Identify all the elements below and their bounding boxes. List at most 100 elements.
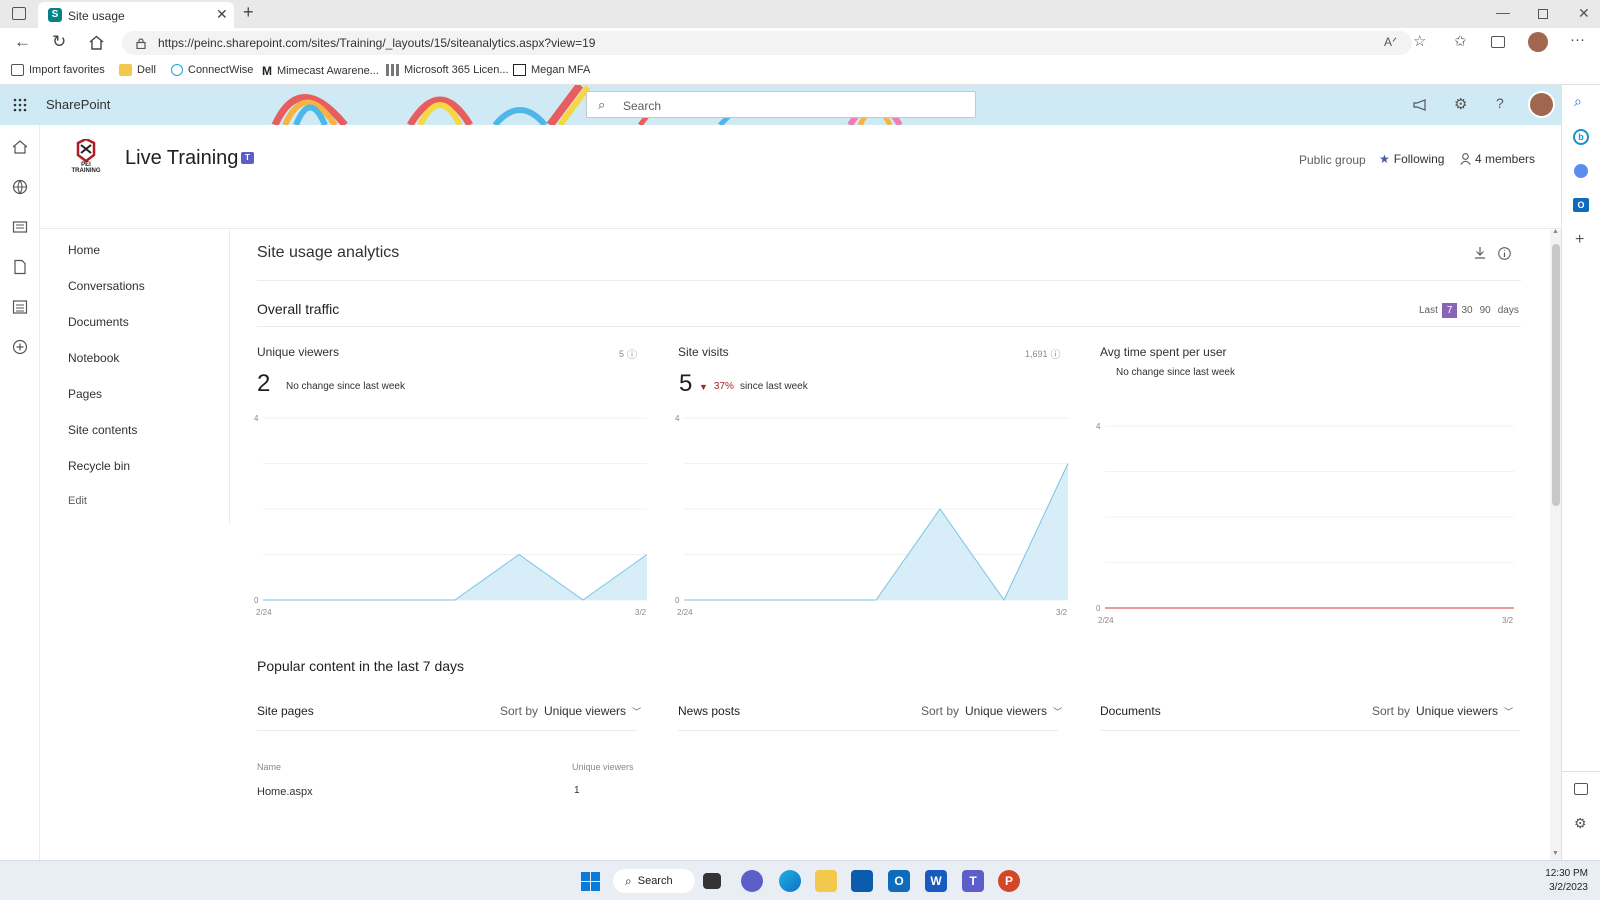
teams-icon[interactable]: T (962, 870, 984, 892)
nav-item-conversations[interactable]: Conversations (68, 279, 145, 293)
refresh-icon[interactable]: ↻ (52, 32, 66, 52)
info-small-icon[interactable]: ⓘ (627, 346, 637, 361)
home-rail-icon[interactable] (12, 139, 28, 155)
files-rail-icon[interactable] (12, 259, 28, 275)
lists-rail-icon[interactable] (12, 299, 28, 315)
nav-item-pages[interactable]: Pages (68, 387, 102, 401)
minimize-icon[interactable]: — (1496, 4, 1510, 20)
row-name-link[interactable]: Home.aspx (257, 786, 313, 798)
favorite-import[interactable]: Import favorites (11, 64, 105, 76)
nav-item-documents[interactable]: Documents (68, 315, 129, 329)
edge-icon[interactable] (779, 870, 801, 892)
add-favorite-icon[interactable]: ☆ (1413, 32, 1426, 50)
task-view-icon[interactable] (703, 873, 721, 889)
range-option-7[interactable]: 7 (1441, 303, 1458, 318)
range-option-30[interactable]: 30 (1461, 305, 1472, 316)
chevron-down-icon: ﹀ (632, 706, 642, 717)
collections-icon[interactable] (1491, 36, 1505, 48)
tab-actions-icon[interactable] (12, 7, 26, 20)
nav-item-recycle-bin[interactable]: Recycle bin (68, 459, 130, 473)
nav-item-site-contents[interactable]: Site contents (68, 423, 137, 437)
home-icon[interactable] (89, 35, 104, 50)
divider (678, 730, 1058, 731)
nav-edit-link[interactable]: Edit (68, 495, 87, 507)
globe-icon (171, 64, 183, 76)
nav-item-notebook[interactable]: Notebook (68, 351, 119, 365)
back-icon[interactable]: ← (14, 32, 31, 52)
favorite-mimecast[interactable]: M Mimecast Awarene... (262, 64, 379, 78)
favorite-m365[interactable]: Microsoft 365 Licen... (386, 64, 509, 76)
url-field[interactable]: https://peinc.sharepoint.com/sites/Train… (122, 31, 1412, 55)
favorite-label: Dell (137, 64, 156, 76)
column-header-viewers: Unique viewers (572, 762, 634, 772)
restore-icon[interactable] (1538, 9, 1548, 19)
windows-start-icon[interactable] (581, 872, 600, 891)
info-small-icon[interactable]: ⓘ (1051, 346, 1061, 361)
scroll-down-icon[interactable]: ▼ (1552, 850, 1559, 857)
close-window-icon[interactable]: ✕ (1578, 5, 1590, 22)
more-icon[interactable]: ··· (1570, 31, 1585, 48)
store-icon[interactable] (851, 870, 873, 892)
news-rail-icon[interactable] (12, 219, 28, 235)
site-pages-sort-dropdown[interactable]: Sort by Unique viewers ﹀ (500, 704, 641, 718)
close-tab-icon[interactable]: ✕ (216, 6, 228, 23)
mimecast-icon: M (262, 64, 272, 78)
file-explorer-icon[interactable] (815, 870, 837, 892)
favorites-icon[interactable]: ✩ (1454, 32, 1467, 50)
news-posts-sort-dropdown[interactable]: Sort by Unique viewers ﹀ (921, 704, 1062, 718)
globe-rail-icon[interactable] (12, 179, 28, 195)
import-icon (11, 64, 24, 76)
powerpoint-icon[interactable]: P (998, 870, 1020, 892)
outlook-sidebar-icon[interactable]: O (1573, 198, 1589, 212)
lock-icon[interactable] (136, 38, 146, 49)
download-icon[interactable] (1474, 246, 1486, 259)
settings-icon[interactable]: ⚙ (1454, 95, 1467, 113)
teams-chat-icon[interactable] (741, 870, 763, 892)
windows-taskbar: ⌕ Search O W T P 12:30 PM 3/2/2023 (0, 860, 1600, 900)
browser-tab-site-usage[interactable]: S Site usage ✕ (38, 2, 234, 28)
clock-time: 12:30 PM (1545, 868, 1588, 879)
range-option-90[interactable]: 90 (1480, 305, 1491, 316)
help-icon[interactable]: ? (1496, 95, 1504, 111)
read-aloud-icon[interactable]: Aᐟ (1384, 35, 1397, 49)
app-launcher-icon[interactable] (13, 98, 27, 112)
app-name[interactable]: SharePoint (46, 97, 110, 112)
bing-icon[interactable]: b (1573, 129, 1589, 145)
documents-sort-dropdown[interactable]: Sort by Unique viewers ﹀ (1372, 704, 1513, 718)
profile-avatar[interactable] (1528, 32, 1548, 52)
browser-sidebar: ⌕ b O + ⚙ (1561, 85, 1600, 860)
megaphone-icon[interactable] (1413, 99, 1428, 111)
following-button[interactable]: ★ Following (1379, 152, 1444, 166)
info-icon[interactable] (1498, 247, 1511, 260)
series-line (263, 553, 648, 601)
add-sidebar-icon[interactable]: + (1575, 231, 1584, 249)
new-tab-icon[interactable]: + (243, 2, 254, 23)
browser-tab-strip: S Site usage ✕ + — ✕ (0, 0, 1600, 28)
scroll-thumb[interactable] (1552, 244, 1560, 506)
members-button[interactable]: 4 members (1460, 152, 1535, 166)
site-logo[interactable]: PEI TRAINING (66, 139, 106, 174)
sidebar-settings-icon[interactable]: ⚙ (1574, 815, 1587, 832)
site-header: PEI TRAINING Live Training T Public grou… (40, 125, 1561, 229)
scroll-up-icon[interactable]: ▲ (1552, 228, 1559, 235)
site-title[interactable]: Live Training (125, 147, 238, 170)
create-rail-icon[interactable] (12, 339, 28, 355)
clock[interactable]: 12:30 PM 3/2/2023 (1530, 867, 1588, 895)
teams-icon[interactable]: T (241, 152, 254, 164)
favorite-label: Megan MFA (531, 64, 591, 76)
person-icon (1460, 153, 1471, 165)
word-icon[interactable]: W (925, 870, 947, 892)
page-scrollbar[interactable]: ▲ ▼ (1550, 228, 1561, 860)
favorite-megan-mfa[interactable]: Megan MFA (513, 64, 590, 76)
card-title-avg-time: Avg time spent per user (1100, 345, 1227, 359)
search-sidebar-icon[interactable]: ⌕ (1574, 93, 1582, 110)
search-input[interactable]: ⌕ Search (586, 91, 976, 118)
hide-sidebar-icon[interactable] (1574, 783, 1588, 795)
taskbar-search[interactable]: ⌕ Search (613, 869, 695, 893)
user-avatar[interactable] (1528, 91, 1555, 118)
office-icon[interactable] (1574, 164, 1588, 178)
outlook-icon[interactable]: O (888, 870, 910, 892)
nav-item-home[interactable]: Home (68, 243, 100, 257)
favorite-connectwise[interactable]: ConnectWise (171, 64, 253, 76)
favorite-dell[interactable]: Dell (119, 64, 156, 76)
